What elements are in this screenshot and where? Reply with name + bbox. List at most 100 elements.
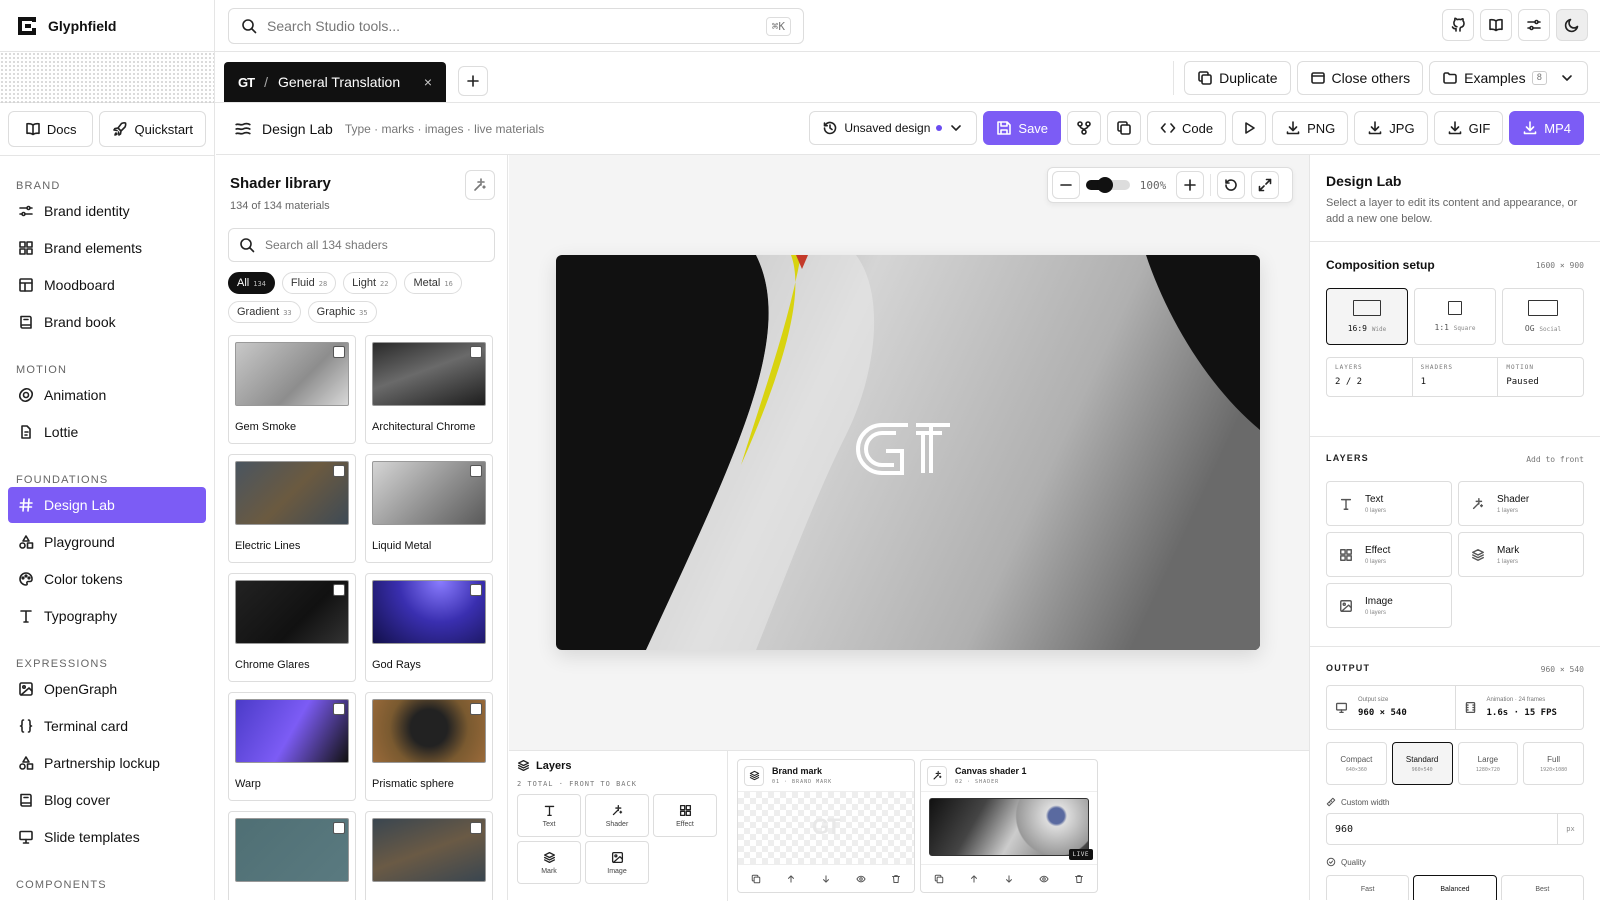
eye-icon[interactable] (856, 874, 866, 884)
custom-width-input[interactable]: 960 px (1326, 813, 1584, 845)
add-layer-image-button[interactable]: Image (585, 841, 649, 884)
code-button[interactable]: Code (1147, 111, 1227, 145)
shader-card[interactable]: Liquid Metal (365, 454, 493, 563)
shader-card[interactable] (365, 811, 493, 900)
export-jpg-button[interactable]: JPG (1354, 111, 1428, 145)
quickstart-button[interactable]: Quickstart (99, 111, 206, 147)
arrow-down-icon[interactable] (1004, 874, 1014, 884)
sidebar-item-lottie[interactable]: Lottie (8, 414, 206, 450)
sidebar-item-moodboard[interactable]: Moodboard (8, 267, 206, 303)
sidebar-item-opengraph[interactable]: OpenGraph (8, 671, 206, 707)
arrow-up-icon[interactable] (786, 874, 796, 884)
sidebar-item-brand-book[interactable]: Brand book (8, 304, 206, 340)
fullscreen-button[interactable] (1251, 171, 1279, 199)
trash-icon[interactable] (891, 874, 901, 884)
export-mp4-button[interactable]: MP4 (1509, 111, 1584, 145)
filter-chip-graphic[interactable]: Graphic 35 (307, 301, 377, 323)
sidebar-item-slide-templates[interactable]: Slide templates (8, 819, 206, 855)
copy-icon[interactable] (1107, 111, 1142, 145)
settings-sliders-icon[interactable] (1518, 9, 1550, 41)
add-layer-effect-button[interactable]: Effect (653, 794, 717, 837)
preset-large-button[interactable]: Large 1280×720 (1457, 742, 1519, 785)
ratio-square-button[interactable]: 1:1 Square (1414, 288, 1496, 345)
shader-card[interactable] (228, 811, 356, 900)
zoom-out-button[interactable] (1052, 171, 1080, 199)
sparkle-icon[interactable] (465, 170, 495, 200)
sidebar-item-design-lab[interactable]: Design Lab (8, 487, 206, 523)
shader-card[interactable]: Electric Lines (228, 454, 356, 563)
shader-card[interactable]: Architectural Chrome (365, 335, 493, 444)
menu-wave-icon[interactable] (234, 120, 252, 138)
filter-chip-all[interactable]: All 134 (228, 272, 275, 294)
layer-card[interactable]: Canvas shader 1 02 · SHADER LIVE (920, 759, 1098, 893)
save-button[interactable]: Save (983, 111, 1062, 145)
docs-book-icon[interactable] (1480, 9, 1512, 41)
design-canvas[interactable] (556, 255, 1260, 650)
arrow-down-icon[interactable] (821, 874, 831, 884)
sidebar-item-animation[interactable]: Animation (8, 377, 206, 413)
sidebar-item-brand-identity[interactable]: Brand identity (8, 193, 206, 229)
quality-fast-option[interactable]: Fast (1326, 875, 1410, 900)
add-image-layer-button[interactable]: Image 0 layers (1326, 583, 1452, 628)
reset-view-button[interactable] (1217, 171, 1245, 199)
add-mark-layer-button[interactable]: Mark 1 layers (1458, 532, 1584, 577)
play-icon[interactable] (1232, 111, 1267, 145)
shader-card[interactable]: Chrome Glares (228, 573, 356, 682)
add-layer-text-button[interactable]: Text (517, 794, 581, 837)
close-tab-icon[interactable]: × (424, 74, 432, 90)
quality-balanced-option[interactable]: Balanced (1413, 875, 1497, 900)
add-tab-button[interactable] (458, 66, 488, 96)
sidebar-item-color-tokens[interactable]: Color tokens (8, 561, 206, 597)
preset-label: Full (1547, 754, 1561, 764)
docs-button[interactable]: Docs (8, 111, 94, 147)
sidebar-item-playground[interactable]: Playground (8, 524, 206, 560)
sidebar-item-blog-cover[interactable]: Blog cover (8, 782, 206, 818)
add-layer-mark-button[interactable]: Mark (517, 841, 581, 884)
eye-icon[interactable] (1039, 874, 1049, 884)
layer-card[interactable]: Brand mark 01 · BRAND MARK GT (737, 759, 915, 893)
filter-chip-gradient[interactable]: Gradient 33 (228, 301, 301, 323)
sidebar-item-terminal-card[interactable]: Terminal card (8, 708, 206, 744)
arrow-up-icon[interactable] (969, 874, 979, 884)
shader-card[interactable]: Prismatic sphere (365, 692, 493, 801)
add-text-layer-button[interactable]: Text 0 layers (1326, 481, 1452, 526)
quality-best-option[interactable]: Best (1500, 875, 1584, 900)
copy-icon[interactable] (751, 874, 761, 884)
export-png-button[interactable]: PNG (1272, 111, 1349, 145)
preset-compact-button[interactable]: Compact 640×360 (1326, 742, 1387, 785)
zoom-in-button[interactable] (1176, 171, 1204, 199)
github-icon[interactable] (1442, 9, 1474, 41)
output-size-field[interactable]: Output size 960 × 540 (1327, 686, 1456, 729)
shader-search-input[interactable]: Search all 134 shaders (228, 228, 495, 262)
trash-icon[interactable] (1074, 874, 1084, 884)
shader-card[interactable]: God Rays (365, 573, 493, 682)
preset-full-button[interactable]: Full 1920×1080 (1523, 742, 1584, 785)
add-shader-layer-button[interactable]: Shader 1 layers (1458, 481, 1584, 526)
ratio-wide-button[interactable]: 16:9 Wide (1326, 288, 1408, 345)
shader-card[interactable]: Warp (228, 692, 356, 801)
moon-icon[interactable] (1556, 9, 1588, 41)
duplicate-button[interactable]: Duplicate (1184, 61, 1291, 95)
preset-standard-button[interactable]: Standard 960×540 (1391, 742, 1453, 785)
sidebar-item-typography[interactable]: Typography (8, 598, 206, 634)
sidebar-item-brand-elements[interactable]: Brand elements (8, 230, 206, 266)
copy-icon[interactable] (934, 874, 944, 884)
add-effect-layer-button[interactable]: Effect 0 layers (1326, 532, 1452, 577)
add-layer-shader-button[interactable]: Shader (585, 794, 649, 837)
filter-chip-fluid[interactable]: Fluid 28 (281, 272, 337, 294)
filter-chip-light[interactable]: Light 22 (343, 272, 398, 294)
sidebar-item-partnership-lockup[interactable]: Partnership lockup (8, 745, 206, 781)
zoom-slider[interactable] (1086, 177, 1130, 193)
export-gif-button[interactable]: GIF (1433, 111, 1504, 145)
animation-field[interactable]: Animation · 24 frames 1.6s · 15 FPS (1456, 686, 1584, 729)
close-others-button[interactable]: Close others (1296, 61, 1424, 95)
ratio-social-button[interactable]: OG Social (1502, 288, 1584, 345)
shader-card[interactable]: Gem Smoke (228, 335, 356, 444)
examples-dropdown[interactable]: Examples 8 (1429, 61, 1588, 95)
app-brand[interactable]: Glyphfield (0, 0, 215, 52)
search-input[interactable]: Search Studio tools... ⌘K (228, 8, 804, 44)
unsaved-design-dropdown[interactable]: Unsaved design (809, 111, 978, 145)
tab-general-translation[interactable]: GT / General Translation × (224, 62, 446, 102)
branch-icon[interactable] (1067, 111, 1102, 145)
filter-chip-metal[interactable]: Metal 16 (404, 272, 462, 294)
